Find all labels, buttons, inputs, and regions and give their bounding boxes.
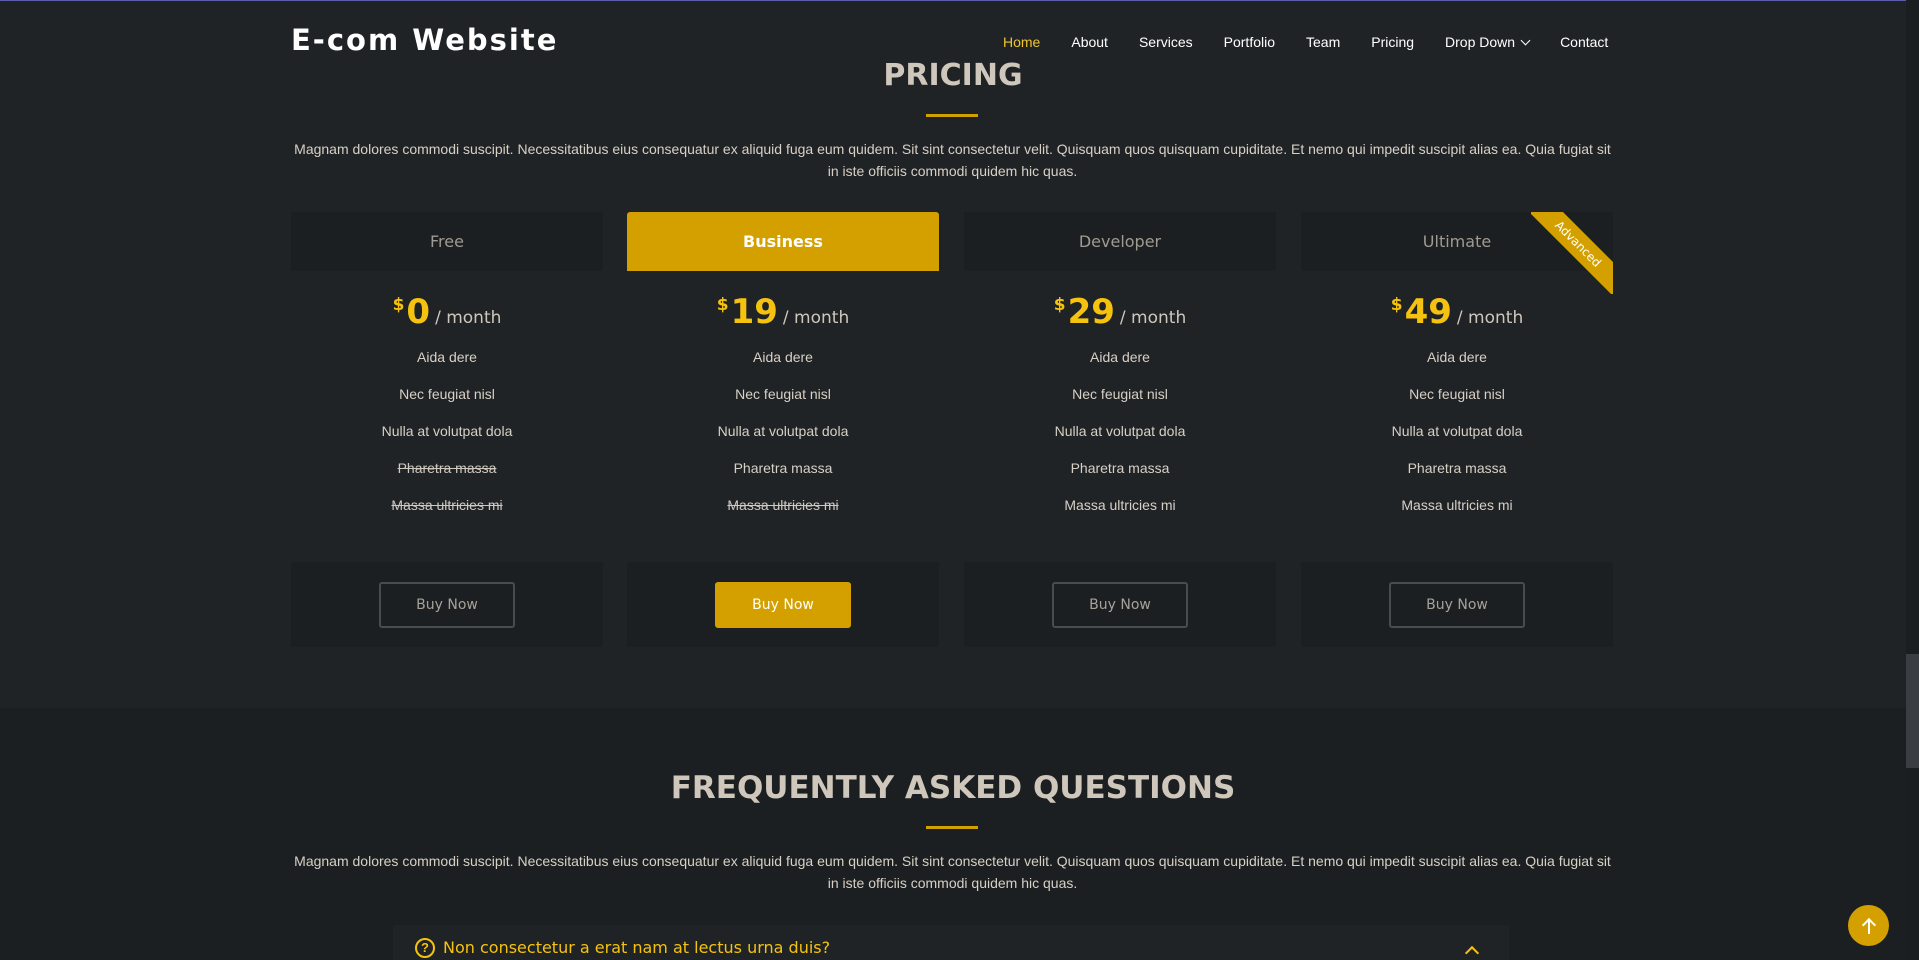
price-amount: 19 — [730, 292, 778, 332]
nav-portfolio[interactable]: Portfolio — [1224, 34, 1275, 50]
plan-name: Business — [627, 212, 939, 271]
plan-price: $19/ month — [627, 292, 939, 332]
feature-item: Aida dere — [1090, 349, 1150, 365]
nav-dropdown[interactable]: Drop Down — [1445, 34, 1531, 50]
nav-services[interactable]: Services — [1139, 34, 1193, 50]
feature-list: Aida dere Nec feugiat nisl Nulla at volu… — [627, 349, 939, 534]
faq-question: Non consectetur a erat nam at lectus urn… — [443, 938, 831, 957]
buy-now-button[interactable]: Buy Now — [715, 582, 851, 628]
faq-item[interactable]: ? Non consectetur a erat nam at lectus u… — [393, 925, 1509, 960]
plan-price: $49/ month — [1301, 292, 1613, 332]
nav-services-label: Services — [1138, 34, 1193, 50]
main-nav: Home About Services Portfolio Team Prici… — [1003, 34, 1608, 50]
feature-item: Aida dere — [417, 349, 477, 365]
chevron-down-icon — [1520, 35, 1531, 45]
currency-symbol: $ — [716, 295, 729, 315]
feature-item: Aida dere — [753, 349, 813, 365]
nav-contact-label: Contact — [1560, 34, 1609, 50]
nav-about[interactable]: About — [1071, 34, 1108, 50]
scrollbar-thumb[interactable] — [1906, 654, 1919, 768]
feature-item: Massa ultricies mi — [1401, 497, 1513, 513]
card-footer: Buy Now — [964, 562, 1276, 647]
chevron-up-icon — [1464, 945, 1480, 960]
nav-team[interactable]: Team — [1306, 34, 1340, 50]
feature-item: Nulla at volutpat dola — [1054, 423, 1186, 439]
pricing-title: PRICING — [883, 58, 1023, 93]
feature-item-unavailable: Pharetra massa — [397, 460, 497, 476]
card-footer: Buy Now — [291, 562, 603, 647]
currency-symbol: $ — [1390, 295, 1403, 315]
pricing-card-free: Free $0/ month Aida dere Nec feugiat nis… — [291, 212, 603, 647]
feature-item-unavailable: Massa ultricies mi — [727, 497, 839, 513]
price-amount: 29 — [1067, 292, 1115, 332]
plan-name: Developer — [964, 212, 1276, 271]
advanced-ribbon: Advanced — [1531, 212, 1613, 294]
price-period: / month — [435, 308, 502, 328]
ribbon-label: Advanced — [1531, 212, 1613, 294]
faq-title: FREQUENTLY ASKED QUESTIONS — [670, 770, 1236, 806]
buy-now-button[interactable]: Buy Now — [379, 582, 515, 628]
nav-dropdown-label: Drop Down — [1445, 34, 1516, 50]
nav-contact[interactable]: Contact — [1560, 34, 1608, 50]
page-scrollbar[interactable] — [1906, 0, 1919, 960]
price-period: / month — [1456, 308, 1524, 328]
nav-team-label: Team — [1306, 34, 1341, 50]
pricing-description: Magnam dolores commodi suscipit. Necessi… — [294, 141, 1611, 179]
feature-item: Pharetra massa — [1407, 460, 1507, 476]
pricing-title-underline — [926, 114, 978, 117]
site-logo[interactable]: E-com Website — [291, 23, 558, 57]
feature-item: Nec feugiat nisl — [1409, 386, 1505, 402]
feature-list: Aida dere Nec feugiat nisl Nulla at volu… — [1301, 349, 1613, 534]
feature-item: Nec feugiat nisl — [735, 386, 831, 402]
feature-item: Massa ultricies mi — [1064, 497, 1176, 513]
nav-pricing-label: Pricing — [1371, 34, 1415, 50]
nav-home[interactable]: Home — [1003, 34, 1040, 50]
feature-item: Nulla at volutpat dola — [1391, 423, 1523, 439]
feature-list: Aida dere Nec feugiat nisl Nulla at volu… — [291, 349, 603, 534]
card-footer: Buy Now — [1301, 562, 1613, 647]
price-period: / month — [1119, 308, 1187, 328]
nav-pricing[interactable]: Pricing — [1371, 34, 1414, 50]
price-amount: 0 — [406, 292, 431, 332]
feature-item: Aida dere — [1427, 349, 1487, 365]
plan-name: Free — [291, 212, 603, 271]
arrow-up-icon — [1862, 918, 1876, 934]
feature-item: Nulla at volutpat dola — [717, 423, 849, 439]
currency-symbol: $ — [392, 295, 405, 315]
feature-item: Pharetra massa — [1070, 460, 1170, 476]
plan-price: $29/ month — [964, 292, 1276, 332]
price-amount: 49 — [1404, 292, 1452, 332]
feature-item: Nulla at volutpat dola — [381, 423, 513, 439]
nav-home-label: Home — [1003, 34, 1041, 50]
faq-section — [0, 708, 1906, 960]
pricing-card-ultimate: Ultimate Advanced $49/ month Aida dere N… — [1301, 212, 1613, 647]
faq-title-underline — [926, 826, 978, 829]
buy-now-button[interactable]: Buy Now — [1389, 582, 1525, 628]
back-to-top-button[interactable] — [1848, 905, 1889, 946]
plan-price: $0/ month — [291, 292, 603, 332]
currency-symbol: $ — [1053, 295, 1066, 315]
feature-item: Nec feugiat nisl — [1072, 386, 1168, 402]
question-circle-icon: ? — [415, 937, 435, 958]
feature-item: Nec feugiat nisl — [399, 386, 495, 402]
nav-portfolio-label: Portfolio — [1223, 34, 1275, 50]
feature-item-unavailable: Massa ultricies mi — [391, 497, 503, 513]
price-period: / month — [782, 308, 850, 328]
nav-about-label: About — [1071, 34, 1108, 50]
faq-description: Magnam dolores commodi suscipit. Necessi… — [294, 853, 1611, 891]
feature-item: Pharetra massa — [733, 460, 833, 476]
buy-now-button[interactable]: Buy Now — [1052, 582, 1188, 628]
feature-list: Aida dere Nec feugiat nisl Nulla at volu… — [964, 349, 1276, 534]
pricing-card-business: Business $19/ month Aida dere Nec feugia… — [627, 212, 939, 647]
card-footer: Buy Now — [627, 562, 939, 647]
pricing-card-developer: Developer $29/ month Aida dere Nec feugi… — [964, 212, 1276, 647]
